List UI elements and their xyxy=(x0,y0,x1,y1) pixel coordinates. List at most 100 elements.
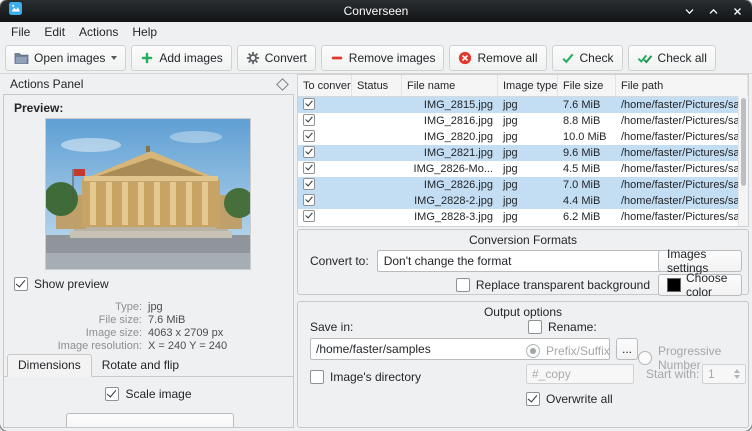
browse-button[interactable]: ... xyxy=(616,338,638,360)
spinner-arrows-icon[interactable] xyxy=(734,369,740,379)
panel-float-icon[interactable] xyxy=(276,78,289,91)
header-file-size[interactable]: File size xyxy=(558,75,616,96)
color-swatch xyxy=(667,278,681,292)
table-row[interactable]: IMG_2826-Mo... jpg 4.5 MiB /home/faster/… xyxy=(298,161,748,177)
minimize-button[interactable] xyxy=(684,6,695,17)
double-check-icon xyxy=(637,51,653,65)
overwrite-all-checkbox[interactable] xyxy=(526,392,540,406)
convert-button[interactable]: Convert xyxy=(237,45,316,71)
menu-help[interactable]: Help xyxy=(125,22,164,43)
image-info: Type:jpg File size:7.6 MiB Image size:40… xyxy=(4,301,293,353)
choose-color-button[interactable]: Choose color xyxy=(658,274,742,296)
menu-file[interactable]: File xyxy=(4,22,37,43)
table-row[interactable]: IMG_2821.jpg jpg 9.6 MiB /home/faster/Pi… xyxy=(298,145,748,161)
actions-panel: Actions Panel Preview: xyxy=(3,74,294,428)
row-checkbox[interactable] xyxy=(303,98,315,110)
start-with-value: 1 xyxy=(708,367,715,381)
rename-label: Rename: xyxy=(548,320,597,334)
panel-tabs: Dimensions Rotate and flip xyxy=(4,353,293,377)
check-all-button[interactable]: Check all xyxy=(628,45,716,71)
folder-open-icon xyxy=(14,52,29,65)
app-icon xyxy=(9,2,22,20)
actions-panel-title: Actions Panel xyxy=(10,77,83,91)
cell-file-path: /home/faster/Pictures/samples xyxy=(616,195,748,207)
start-with-label: Start with: xyxy=(646,367,699,381)
app-window: Converseen File Edit Actions Help xyxy=(0,0,752,431)
remove-images-button[interactable]: Remove images xyxy=(321,45,445,71)
table-row[interactable]: IMG_2826.jpg jpg 7.0 MiB /home/faster/Pi… xyxy=(298,177,748,193)
show-preview-checkbox[interactable] xyxy=(14,277,28,291)
progressive-number-radio[interactable] xyxy=(638,351,652,365)
close-button[interactable] xyxy=(732,6,743,17)
table-row[interactable]: IMG_2820.jpg jpg 10.0 MiB /home/faster/P… xyxy=(298,129,748,145)
type-label: Type: xyxy=(4,301,148,314)
row-checkbox[interactable] xyxy=(303,194,315,206)
conversion-formats-group: Conversion Formats Convert to: Don't cha… xyxy=(297,229,749,295)
preview-label: Preview: xyxy=(14,101,63,115)
cell-image-type: jpg xyxy=(498,179,558,191)
row-checkbox[interactable] xyxy=(303,146,315,158)
convert-to-label: Convert to: xyxy=(310,254,369,268)
add-images-button[interactable]: Add images xyxy=(131,45,231,71)
rename-checkbox[interactable] xyxy=(528,320,542,334)
actions-panel-header: Actions Panel xyxy=(3,74,294,94)
rename-row: Rename: xyxy=(528,320,597,334)
format-value: Don't change the format xyxy=(384,254,512,268)
format-combobox[interactable]: Don't change the format xyxy=(377,250,679,272)
resolution-label: Image resolution: xyxy=(4,340,148,353)
gear-icon xyxy=(246,51,260,65)
table-row[interactable]: IMG_2815.jpg jpg 7.6 MiB /home/faster/Pi… xyxy=(298,97,748,113)
conversion-formats-title: Conversion Formats xyxy=(298,233,748,247)
overwrite-all-row: Overwrite all xyxy=(526,392,613,406)
row-checkbox[interactable] xyxy=(303,162,315,174)
header-to-convert[interactable]: To convert xyxy=(298,75,352,96)
open-images-button[interactable]: Open images xyxy=(5,45,126,71)
cell-file-path: /home/faster/Pictures/samples xyxy=(616,179,748,191)
check-button[interactable]: Check xyxy=(552,45,623,71)
tab-rotate-flip[interactable]: Rotate and flip xyxy=(92,355,189,376)
menu-actions[interactable]: Actions xyxy=(72,22,125,43)
save-in-label: Save in: xyxy=(310,320,353,334)
row-checkbox[interactable] xyxy=(303,178,315,190)
images-directory-row: Image's directory xyxy=(310,370,421,384)
scale-image-checkbox[interactable] xyxy=(105,387,119,401)
cell-file-name: IMG_2821.jpg xyxy=(402,147,498,159)
menu-edit[interactable]: Edit xyxy=(37,22,72,43)
toolbar: Open images Add images Convert Remove im… xyxy=(0,43,752,74)
cell-image-type: jpg xyxy=(498,99,558,111)
prefix-suffix-label: Prefix/Suffix xyxy=(546,344,610,358)
replace-background-row: Replace transparent background Choose co… xyxy=(298,275,742,295)
header-file-path[interactable]: File path xyxy=(616,75,748,96)
cell-file-name: IMG_2816.jpg xyxy=(402,115,498,127)
file-size-value: 7.6 MiB xyxy=(148,314,185,327)
cell-file-path: /home/faster/Pictures/samples xyxy=(616,115,748,127)
row-checkbox[interactable] xyxy=(303,130,315,142)
tab-dimensions[interactable]: Dimensions xyxy=(7,354,92,377)
remove-all-button[interactable]: Remove all xyxy=(449,45,546,71)
start-with-spinner[interactable]: 1 xyxy=(702,364,746,384)
replace-background-checkbox[interactable] xyxy=(456,278,470,292)
actions-panel-body: Preview: xyxy=(3,94,294,428)
row-checkbox[interactable] xyxy=(303,114,315,126)
cell-file-size: 9.6 MiB xyxy=(558,147,616,159)
table-row[interactable]: IMG_2828-3.jpg jpg 6.2 MiB /home/faster/… xyxy=(298,209,748,225)
table-row[interactable]: IMG_2828-2.jpg jpg 4.4 MiB /home/faster/… xyxy=(298,193,748,209)
images-settings-button[interactable]: Images settings xyxy=(658,250,742,272)
cell-file-size: 8.8 MiB xyxy=(558,115,616,127)
cell-file-size: 7.6 MiB xyxy=(558,99,616,111)
table-scrollbar[interactable] xyxy=(738,96,748,226)
menubar: File Edit Actions Help xyxy=(0,22,752,43)
maximize-button[interactable] xyxy=(708,6,719,17)
row-checkbox[interactable] xyxy=(303,210,315,222)
prefix-suffix-radio[interactable] xyxy=(526,344,540,358)
header-status[interactable]: Status xyxy=(352,75,402,96)
header-image-type[interactable]: Image type xyxy=(498,75,558,96)
partial-control[interactable] xyxy=(66,413,234,428)
table-row[interactable]: IMG_2816.jpg jpg 8.8 MiB /home/faster/Pi… xyxy=(298,113,748,129)
rename-pattern-input[interactable] xyxy=(526,364,634,384)
scrollbar-thumb[interactable] xyxy=(741,98,746,186)
images-directory-checkbox[interactable] xyxy=(310,370,324,384)
cell-image-type: jpg xyxy=(498,163,558,175)
cell-file-size: 4.4 MiB xyxy=(558,195,616,207)
header-file-name[interactable]: File name xyxy=(402,75,498,96)
